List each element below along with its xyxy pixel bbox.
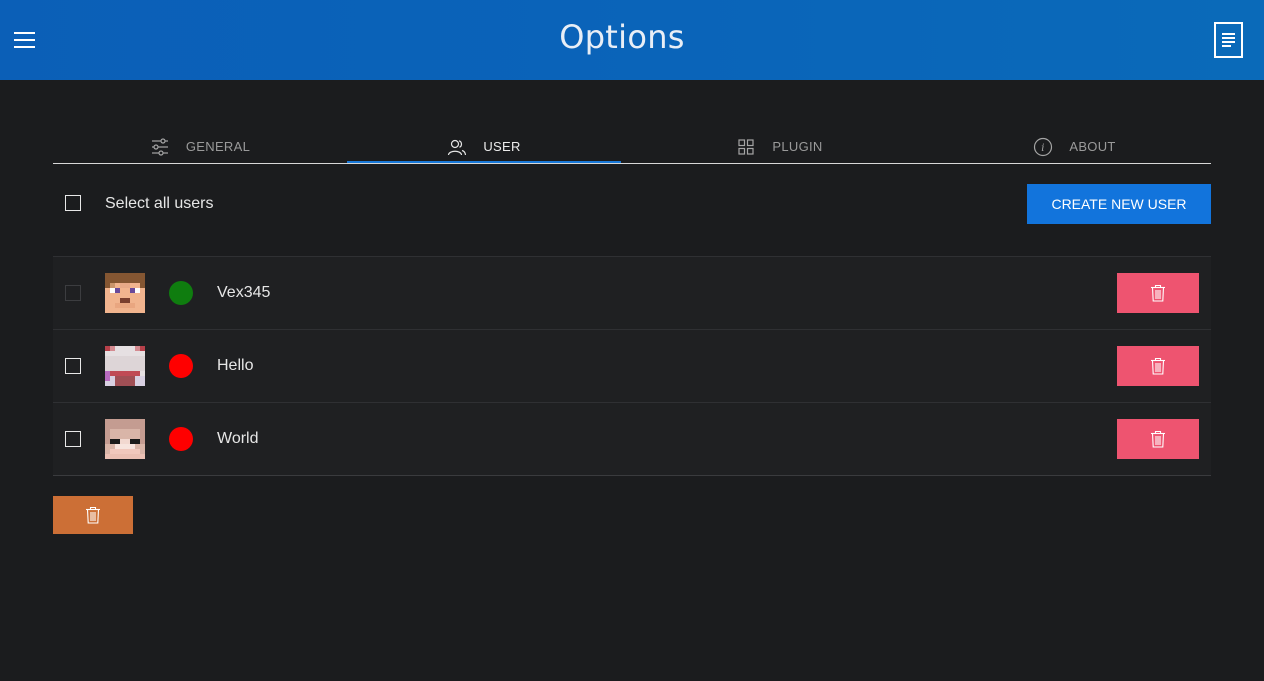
trash-icon bbox=[1151, 357, 1165, 375]
avatar bbox=[105, 419, 145, 459]
create-new-user-button[interactable]: CREATE NEW USER bbox=[1027, 184, 1211, 224]
user-list: Vex345 Hello World bbox=[53, 256, 1211, 476]
status-online-indicator bbox=[169, 281, 193, 305]
tab-about[interactable]: i ABOUT bbox=[938, 130, 1211, 163]
tab-general-label: GENERAL bbox=[185, 139, 251, 154]
tab-bar: GENERAL USER PLUGIN i ABOUT bbox=[53, 130, 1211, 164]
document-icon[interactable] bbox=[1214, 22, 1243, 58]
page-title: Options bbox=[559, 18, 685, 56]
avatar bbox=[105, 346, 145, 386]
trash-icon bbox=[86, 506, 100, 524]
sliders-icon bbox=[151, 137, 168, 156]
tab-plugin[interactable]: PLUGIN bbox=[621, 130, 938, 163]
trash-icon bbox=[1151, 430, 1165, 448]
user-row: Hello bbox=[53, 329, 1211, 402]
tab-plugin-label: PLUGIN bbox=[772, 139, 823, 154]
tab-about-label: ABOUT bbox=[1069, 139, 1116, 154]
tab-user-label: USER bbox=[483, 139, 521, 154]
select-all-row: Select all users CREATE NEW USER bbox=[53, 184, 1211, 224]
user-checkbox[interactable] bbox=[65, 431, 81, 447]
delete-user-button[interactable] bbox=[1117, 419, 1199, 459]
select-all-checkbox[interactable] bbox=[65, 195, 81, 211]
info-icon: i bbox=[1034, 137, 1053, 156]
user-row: World bbox=[53, 402, 1211, 476]
grid-icon bbox=[738, 138, 754, 155]
username: Vex345 bbox=[217, 284, 271, 301]
tab-user[interactable]: USER bbox=[347, 130, 621, 163]
user-row: Vex345 bbox=[53, 256, 1211, 329]
user-checkbox[interactable] bbox=[65, 285, 81, 301]
username: World bbox=[217, 430, 259, 447]
select-all-label: Select all users bbox=[105, 195, 214, 212]
svg-text:i: i bbox=[1042, 143, 1046, 154]
delete-selected-users-button[interactable] bbox=[53, 496, 133, 534]
active-tab-indicator bbox=[347, 161, 621, 163]
delete-user-button[interactable] bbox=[1117, 273, 1199, 313]
status-offline-indicator bbox=[169, 354, 193, 378]
delete-user-button[interactable] bbox=[1117, 346, 1199, 386]
username: Hello bbox=[217, 357, 254, 374]
avatar bbox=[105, 273, 145, 313]
status-offline-indicator bbox=[169, 427, 193, 451]
app-bar: Options bbox=[0, 0, 1264, 80]
trash-icon bbox=[1151, 284, 1165, 302]
users-icon bbox=[448, 139, 467, 155]
tab-general[interactable]: GENERAL bbox=[53, 130, 347, 163]
user-checkbox[interactable] bbox=[65, 358, 81, 374]
